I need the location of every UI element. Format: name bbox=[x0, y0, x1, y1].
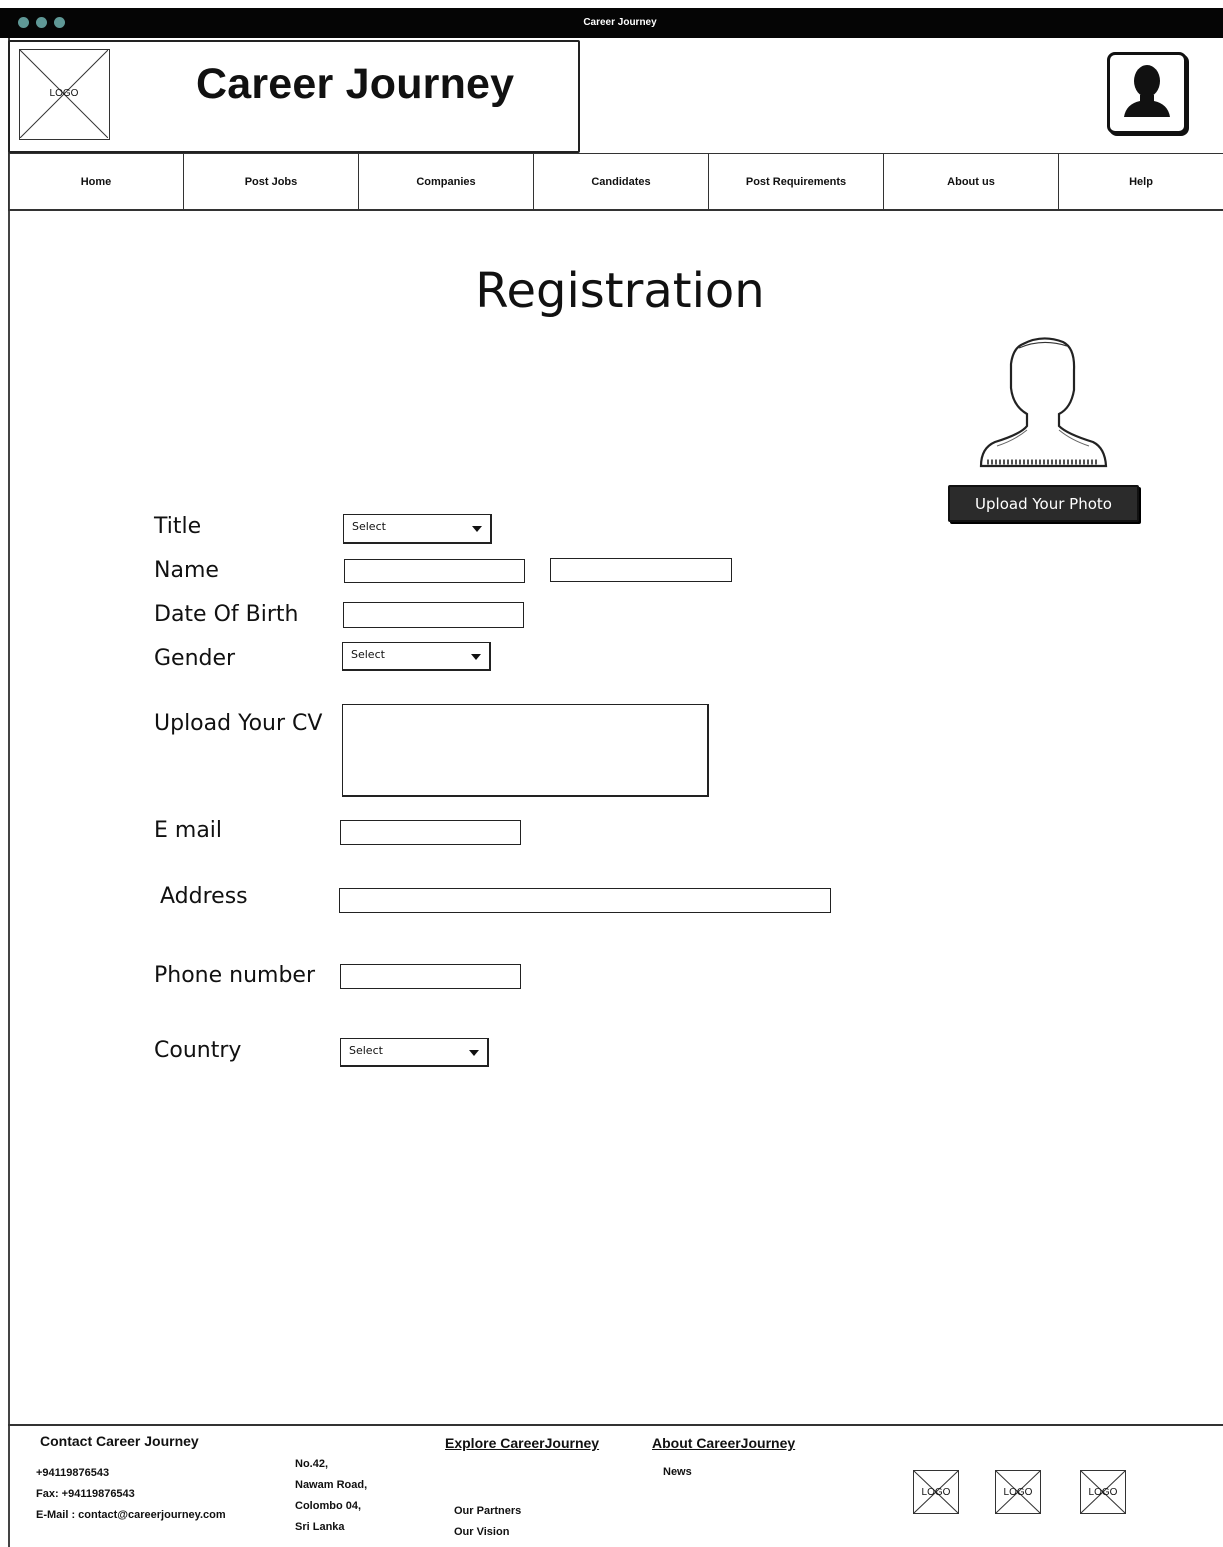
footer-explore-link[interactable]: Explore CareerJourney bbox=[445, 1435, 599, 1451]
date-of-birth-input[interactable] bbox=[344, 603, 523, 627]
upload-photo-button[interactable]: Upload Your Photo bbox=[948, 485, 1139, 522]
logo-label: LOGO bbox=[49, 88, 79, 99]
nav-companies[interactable]: Companies bbox=[358, 154, 533, 209]
date-of-birth-label: Date Of Birth bbox=[154, 602, 299, 627]
nav-help[interactable]: Help bbox=[1058, 154, 1223, 209]
email-input[interactable] bbox=[341, 821, 520, 844]
nav-post-jobs[interactable]: Post Jobs bbox=[183, 154, 358, 209]
footer-divider bbox=[8, 1424, 1223, 1426]
nav-candidates[interactable]: Candidates bbox=[533, 154, 708, 209]
footer-address-line1: No.42, bbox=[295, 1458, 329, 1470]
footer-address-line4: Sri Lanka bbox=[295, 1521, 345, 1533]
phone-number-field[interactable] bbox=[340, 964, 521, 989]
footer-about-link[interactable]: About CareerJourney bbox=[652, 1435, 795, 1451]
window-titlebar: Career Journey bbox=[0, 8, 1223, 38]
chevron-down-icon bbox=[471, 654, 481, 660]
country-select[interactable]: Select bbox=[340, 1038, 489, 1067]
gender-select[interactable]: Select bbox=[342, 642, 491, 671]
footer-logo-label: LOGO bbox=[1003, 1487, 1033, 1498]
user-profile-button[interactable] bbox=[1107, 52, 1187, 134]
site-title: Career Journey bbox=[196, 60, 515, 108]
gender-select-value: Select bbox=[351, 648, 385, 661]
address-field[interactable] bbox=[339, 888, 831, 913]
first-name-input[interactable] bbox=[345, 560, 524, 582]
upload-cv-label: Upload Your CV bbox=[154, 711, 323, 736]
country-select-value: Select bbox=[349, 1044, 383, 1057]
title-select[interactable]: Select bbox=[343, 514, 492, 544]
title-label: Title bbox=[154, 514, 202, 539]
site-logo[interactable]: LOGO bbox=[19, 49, 110, 140]
first-name-field[interactable] bbox=[344, 559, 525, 583]
phone-number-label: Phone number bbox=[154, 963, 316, 988]
title-select-value: Select bbox=[352, 520, 386, 533]
address-input[interactable] bbox=[340, 889, 830, 912]
gender-label: Gender bbox=[154, 646, 236, 671]
chevron-down-icon bbox=[469, 1050, 479, 1056]
window-title: Career Journey bbox=[583, 17, 657, 28]
country-label: Country bbox=[154, 1038, 242, 1063]
nav-about-us[interactable]: About us bbox=[883, 154, 1058, 209]
footer-partner-logo-1[interactable]: LOGO bbox=[913, 1470, 959, 1514]
footer-phone: +94119876543 bbox=[36, 1467, 110, 1479]
last-name-field[interactable] bbox=[550, 558, 732, 582]
nav-home[interactable]: Home bbox=[8, 154, 183, 209]
footer-address-line2: Nawam Road, bbox=[295, 1479, 368, 1491]
last-name-input[interactable] bbox=[551, 559, 731, 581]
email-field[interactable] bbox=[340, 820, 521, 845]
footer-fax: Fax: +94119876543 bbox=[36, 1488, 135, 1500]
main-navigation: Home Post Jobs Companies Candidates Post… bbox=[8, 153, 1223, 211]
user-silhouette-icon bbox=[1124, 65, 1170, 117]
page-title: Registration bbox=[475, 263, 765, 319]
footer-email[interactable]: E-Mail : contact@careerjourney.com bbox=[36, 1509, 226, 1521]
footer-our-partners-link[interactable]: Our Partners bbox=[454, 1505, 521, 1517]
footer-contact-heading: Contact Career Journey bbox=[40, 1433, 199, 1449]
footer-news-link[interactable]: News bbox=[663, 1466, 692, 1478]
date-of-birth-field[interactable] bbox=[343, 602, 524, 628]
name-label: Name bbox=[154, 558, 219, 583]
footer-logo-label: LOGO bbox=[921, 1487, 951, 1498]
footer-our-vision-link[interactable]: Our Vision bbox=[454, 1526, 509, 1538]
email-label: E mail bbox=[154, 818, 223, 843]
phone-number-input[interactable] bbox=[341, 965, 520, 988]
nav-post-requirements[interactable]: Post Requirements bbox=[708, 154, 883, 209]
chevron-down-icon bbox=[472, 526, 482, 532]
address-label: Address bbox=[160, 884, 248, 909]
footer-partner-logo-2[interactable]: LOGO bbox=[995, 1470, 1041, 1514]
footer-partner-logo-3[interactable]: LOGO bbox=[1080, 1470, 1126, 1514]
profile-photo-placeholder-icon bbox=[979, 337, 1108, 468]
footer-logo-label: LOGO bbox=[1088, 1487, 1118, 1498]
cv-upload-dropzone[interactable] bbox=[342, 704, 709, 797]
footer-address-line3: Colombo 04, bbox=[295, 1500, 362, 1512]
